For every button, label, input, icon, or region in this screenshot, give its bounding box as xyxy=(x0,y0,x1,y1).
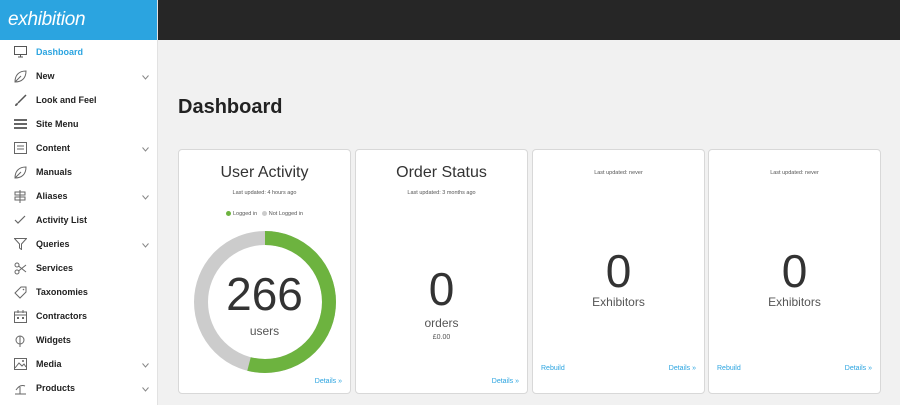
legend-logged-in-swatch xyxy=(225,211,231,217)
sidebar-item-label: Taxonomies xyxy=(36,287,88,297)
sidebar-item-label: Services xyxy=(36,263,74,273)
sidebar-item-media[interactable]: Media xyxy=(0,352,157,376)
brand-logo[interactable]: exhibition architect xyxy=(0,0,157,70)
sidebar-item-site-menu[interactable]: Site Menu xyxy=(0,112,157,136)
sidebar-item-manuals[interactable]: Manuals xyxy=(0,160,157,184)
orders-count: 0 xyxy=(428,263,455,315)
exhibitors-count: 0 xyxy=(781,245,808,297)
legend-not-logged-in-swatch xyxy=(261,211,267,217)
last-updated-text: Last updated: 4 hours ago xyxy=(232,190,297,196)
leaf-icon xyxy=(12,164,28,180)
sidebar-item-label: Queries xyxy=(36,239,70,249)
widget-icon xyxy=(12,332,28,348)
card-title: User Activity xyxy=(220,164,309,181)
filter-icon xyxy=(12,236,28,252)
sidebar-item-products[interactable]: Products xyxy=(0,376,157,400)
sidebar-item-label: Aliases xyxy=(36,191,68,201)
sidebar-item-new[interactable]: New xyxy=(0,64,157,88)
sidebar-item-label: Widgets xyxy=(36,335,71,345)
chevron-down-icon[interactable] xyxy=(142,360,149,370)
chevron-down-icon[interactable] xyxy=(142,240,149,250)
menu-icon xyxy=(12,116,28,132)
legend-not-logged-in[interactable]: Not Logged in xyxy=(269,211,303,217)
sidebar-item-content[interactable]: Content xyxy=(0,136,157,160)
sidebar-item-contractors[interactable]: Contractors xyxy=(0,304,157,328)
sidebar-item-dashboard[interactable]: Dashboard xyxy=(0,40,157,64)
rebuild-link[interactable]: Rebuild xyxy=(541,365,565,372)
page-title: Dashboard xyxy=(178,96,283,118)
sidebar-item-label: Media xyxy=(36,359,62,369)
user-activity-details-link[interactable]: Details » xyxy=(315,378,342,385)
sidebar-item-label: New xyxy=(36,71,55,81)
last-updated-text: Last updated: never xyxy=(770,170,819,176)
sidebar-item-taxonomies[interactable]: Taxonomies xyxy=(0,280,157,304)
scissors-icon xyxy=(12,260,28,276)
orders-amount: £0.00 xyxy=(432,334,451,341)
brush-icon xyxy=(12,92,28,108)
exhibitors-unit: Exhibitors xyxy=(768,295,821,309)
exhibitors-details-link[interactable]: Details » xyxy=(845,365,872,372)
order-status-card: Order Status Last updated: 3 months ago … xyxy=(355,149,528,394)
chevron-down-icon[interactable] xyxy=(142,384,149,394)
leaf-icon xyxy=(12,68,28,84)
chevron-down-icon[interactable] xyxy=(142,72,149,82)
users-count: 266 xyxy=(226,268,303,320)
exhibitors-details-link[interactable]: Details » xyxy=(669,365,696,372)
calendar-icon xyxy=(12,308,28,324)
sidebar-item-activity-list[interactable]: Activity List xyxy=(0,208,157,232)
exhibitors-card-1: Last updated: never 0 Exhibitors Rebuild… xyxy=(532,149,705,394)
order-status-details-link[interactable]: Details » xyxy=(492,378,519,385)
sidebar-item-label: Content xyxy=(36,143,70,153)
card-title: Order Status xyxy=(396,164,487,181)
last-updated-text: Last updated: never xyxy=(594,170,643,176)
top-bar xyxy=(158,0,900,40)
last-updated-text: Last updated: 3 months ago xyxy=(407,190,476,196)
sidebar-item-label: Activity List xyxy=(36,215,88,225)
image-icon xyxy=(12,356,28,372)
orders-unit: orders xyxy=(424,316,459,330)
sidebar: exhibition architect Dashboard New Look … xyxy=(0,0,158,405)
signpost-icon xyxy=(12,188,28,204)
users-unit: users xyxy=(249,324,280,338)
chart-legend: Logged in Not Logged in xyxy=(179,211,350,217)
main-content: Dashboard User Activity Last updated: 4 … xyxy=(158,40,900,405)
check-icon xyxy=(12,212,28,228)
sidebar-item-aliases[interactable]: Aliases xyxy=(0,184,157,208)
exhibitors-count: 0 xyxy=(605,245,632,297)
sidebar-item-label: Dashboard xyxy=(36,47,84,57)
sidebar-item-look-and-feel[interactable]: Look and Feel xyxy=(0,88,157,112)
sidebar-item-label: Products xyxy=(36,383,76,393)
rebuild-link[interactable]: Rebuild xyxy=(717,365,741,372)
monitor-icon xyxy=(12,44,28,60)
sidebar-item-label: Look and Feel xyxy=(36,95,97,105)
chevron-down-icon[interactable] xyxy=(142,192,149,202)
content-icon xyxy=(12,140,28,156)
user-activity-card: User Activity Last updated: 4 hours ago … xyxy=(178,149,351,394)
sidebar-item-widgets[interactable]: Widgets xyxy=(0,328,157,352)
exhibitors-card-2: Last updated: never 0 Exhibitors Rebuild… xyxy=(708,149,881,394)
tag-icon xyxy=(12,284,28,300)
products-icon xyxy=(12,380,28,396)
sidebar-item-label: Site Menu xyxy=(36,119,79,129)
exhibitors-unit: Exhibitors xyxy=(592,295,645,309)
sidebar-menu: Dashboard New Look and Feel Site Menu Co… xyxy=(0,40,157,400)
sidebar-item-queries[interactable]: Queries xyxy=(0,232,157,256)
sidebar-item-label: Manuals xyxy=(36,167,73,177)
sidebar-item-services[interactable]: Services xyxy=(0,256,157,280)
legend-logged-in[interactable]: Logged in xyxy=(233,211,257,217)
chevron-down-icon[interactable] xyxy=(142,144,149,154)
sidebar-item-label: Contractors xyxy=(36,311,88,321)
